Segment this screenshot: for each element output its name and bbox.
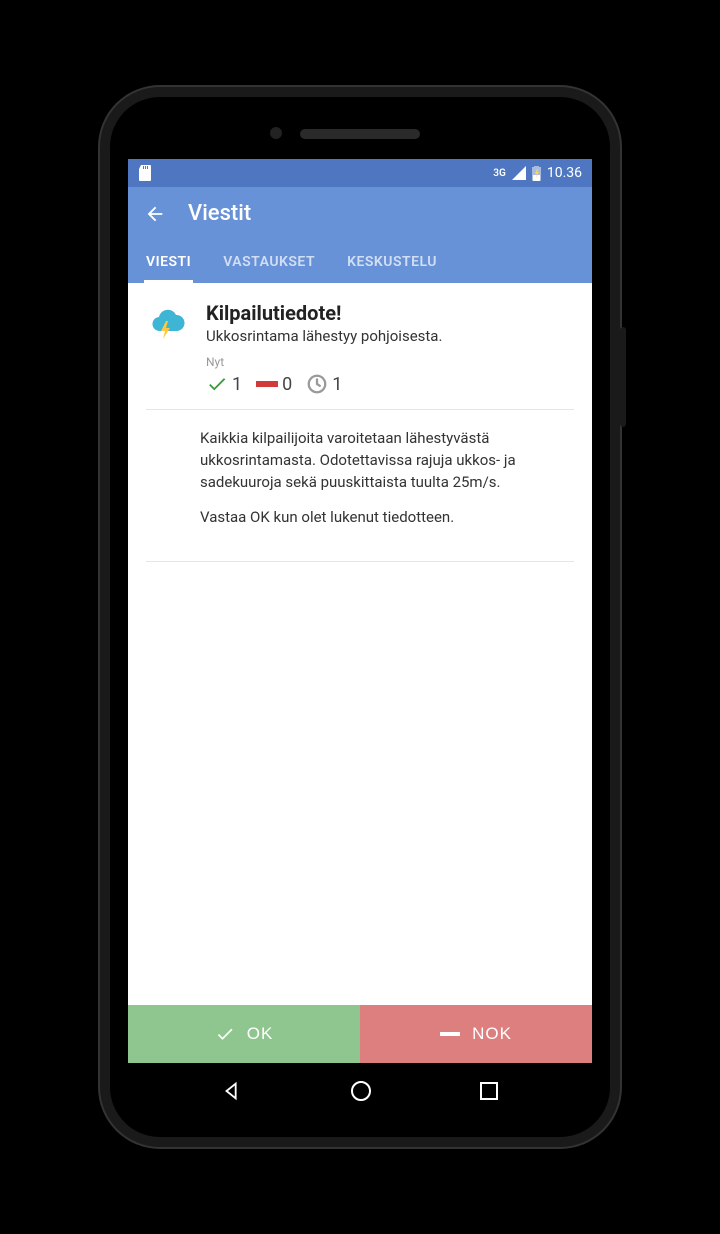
phone-camera [270,127,282,139]
message-body: Kaikkia kilpailijoita varoitetaan lähest… [128,410,592,561]
battery-icon [532,166,541,181]
now-label: Nyt [206,355,572,369]
message-subtitle: Ukkosrintama lähestyy pohjoisesta. [206,327,572,345]
nav-back-icon[interactable] [221,1080,243,1102]
tab-viesti[interactable]: VIESTI [144,244,193,283]
count-nok-value: 0 [282,374,292,395]
counter-ok: 1 [206,373,242,395]
ok-button[interactable]: OK [128,1005,360,1063]
signal-icon [512,166,526,180]
sdcard-icon [138,165,152,181]
divider [146,561,574,562]
back-icon[interactable] [144,203,166,225]
tabs: VIESTI VASTAUKSET KESKUSTELU [144,244,576,283]
content: Kilpailutiedote! Ukkosrintama lähestyy p… [128,283,592,1005]
minus-icon [256,379,278,389]
thunderstorm-icon [146,303,188,395]
clock-icon [306,373,328,395]
phone-frame: 3G 10.36 Viestit [100,87,620,1147]
ok-button-label: OK [247,1024,274,1044]
screen: 3G 10.36 Viestit [128,159,592,1119]
response-counters: 1 0 [206,373,572,395]
counter-pending: 1 [306,373,342,395]
message-title: Kilpailutiedote! [206,301,572,325]
status-time: 10.36 [547,165,582,181]
counter-nok: 0 [256,374,292,395]
action-bar: OK NOK [128,1005,592,1063]
network-label: 3G [493,168,506,179]
message-body-p2: Vastaa OK kun olet lukenut tiedotteen. [200,507,572,529]
tab-vastaukset[interactable]: VASTAUKSET [221,244,317,283]
nok-button[interactable]: NOK [360,1005,592,1063]
check-icon [206,373,228,395]
app-bar: Viestit VIESTI VASTAUKSET KESKUSTELU [128,187,592,283]
phone-side-button [620,327,626,427]
count-ok-value: 1 [232,374,242,395]
minus-icon [440,1031,460,1037]
message-header: Kilpailutiedote! Ukkosrintama lähestyy p… [128,283,592,409]
check-icon [215,1024,235,1044]
android-nav-bar [128,1063,592,1119]
page-title: Viestit [188,201,251,226]
nav-home-icon[interactable] [349,1079,373,1103]
nav-recent-icon[interactable] [479,1081,499,1101]
count-pending-value: 1 [332,374,342,395]
status-bar: 3G 10.36 [128,159,592,187]
phone-speaker [300,129,420,139]
nok-button-label: NOK [472,1024,512,1044]
message-body-p1: Kaikkia kilpailijoita varoitetaan lähest… [200,428,572,493]
tab-keskustelu[interactable]: KESKUSTELU [345,244,439,283]
